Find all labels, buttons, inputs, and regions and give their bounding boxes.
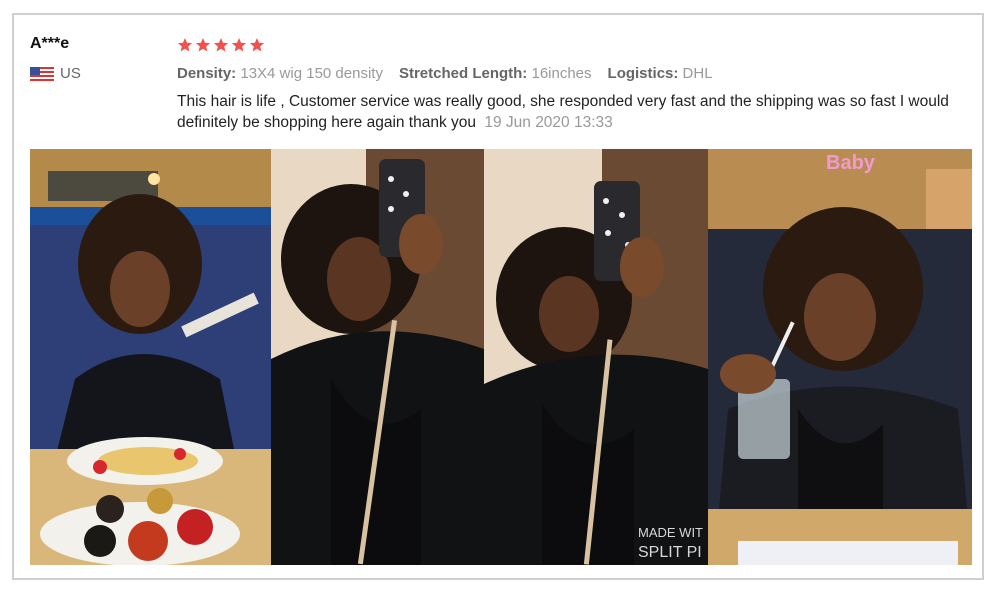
review-date: 19 Jun 2020 13:33 — [484, 114, 613, 131]
neon-sign-text: Baby — [826, 152, 876, 174]
star-icon — [177, 38, 193, 52]
reviewer-country: US — [30, 65, 81, 82]
star-icon — [195, 38, 211, 52]
review-photo-1[interactable] — [30, 149, 271, 565]
review-photo-2[interactable] — [271, 149, 484, 565]
review-photo-3[interactable]: MADE WIT SPLIT PI — [484, 149, 708, 565]
star-icon — [231, 38, 247, 52]
review-photo-4[interactable]: Baby — [708, 149, 972, 565]
watermark-line-1: MADE WIT — [638, 525, 703, 540]
star-rating — [177, 37, 977, 53]
sku-attributes: Density: 13X4 wig 150 density Stretched … — [177, 65, 977, 82]
reviewer-info: A***e US — [30, 35, 81, 82]
us-flag-icon — [30, 66, 54, 81]
review-text-block: This hair is life , Customer service was… — [177, 91, 977, 133]
reviewer-name: A***e — [30, 35, 70, 52]
star-icon — [213, 38, 229, 52]
review-photos: MADE WIT SPLIT PI Baby — [30, 149, 972, 565]
watermark-line-2: SPLIT PI — [638, 544, 702, 561]
attribute-density: Density: 13X4 wig 150 density — [177, 65, 383, 82]
attribute-length: Stretched Length: 16inches — [398, 65, 592, 82]
star-icon — [249, 38, 265, 52]
review-card: A***e US Density: 13X4 wig 150 density S… — [12, 13, 984, 580]
country-label: US — [60, 65, 81, 82]
attribute-logistics: Logistics: DHL — [607, 65, 713, 82]
review-body: Density: 13X4 wig 150 density Stretched … — [177, 37, 977, 133]
